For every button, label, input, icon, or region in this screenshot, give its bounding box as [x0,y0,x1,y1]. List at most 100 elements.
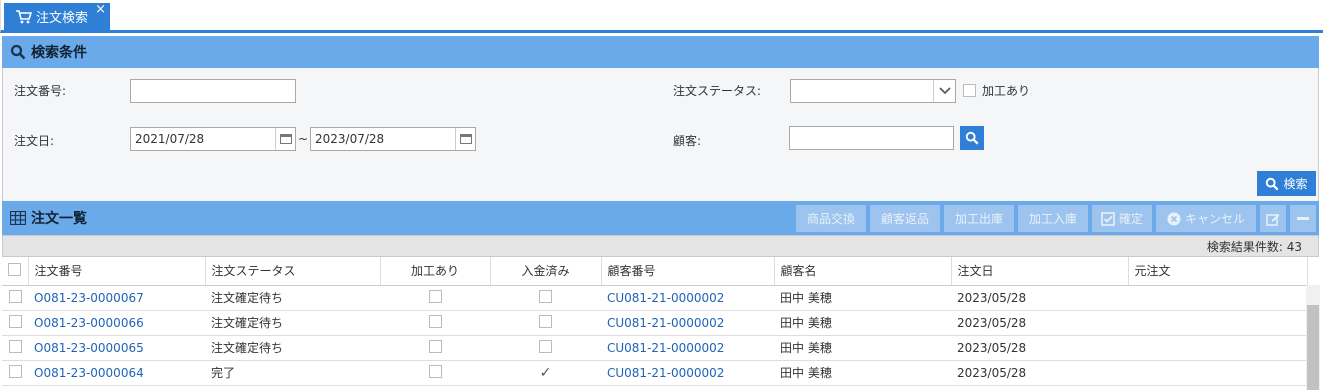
process-out-button[interactable]: 加工出庫 [944,205,1014,232]
confirm-button-label: 確定 [1118,212,1143,226]
processing-cell [380,335,490,361]
search-button-label: 検索 [1283,177,1308,191]
order-date-label: 注文日: [14,134,55,148]
processing-cell [380,285,490,311]
check-square-icon [1101,211,1115,226]
paid-cell [490,285,601,311]
customer-number-link[interactable]: CU081-21-0000002 [601,285,774,311]
order-number-link[interactable]: O081-23-0000067 [28,285,205,311]
customer-name-cell: 田中 美穂 [774,285,951,311]
chevron-down-icon [933,80,955,102]
result-count-value: 43 [1286,240,1302,254]
row-select-cell[interactable] [2,360,28,386]
customer-number-link[interactable]: CU081-21-0000002 [601,310,774,336]
order-table: 注文番号 注文ステータス 加工あり 入金済み 顧客番号 顧客名 注文日 元注文 … [2,257,1308,386]
search-icon [10,44,26,60]
order-number-link[interactable]: O081-23-0000065 [28,335,205,361]
paid-check [539,314,552,328]
exchange-button-label: 商品交換 [806,212,855,226]
close-icon[interactable]: × [95,2,106,17]
order-status-select[interactable] [790,79,956,103]
customer-number-link[interactable]: CU081-21-0000002 [601,335,774,361]
scrollbar-thumb[interactable] [1307,305,1319,390]
cancel-circle-icon [1167,212,1181,225]
select-all-cell[interactable] [2,257,29,286]
customer-search-button[interactable] [960,126,984,150]
order-date-cell: 2023/05/28 [951,335,1128,361]
edit-icon [1266,213,1280,226]
search-form: 注文番号: 注文ステータス: 加工あり 注文日: 2021/07/28 ~ 20… [2,68,1319,201]
cancel-button[interactable]: キャンセル [1156,205,1256,232]
edit-button[interactable] [1260,205,1286,232]
header-order-no[interactable]: 注文番号 [28,257,206,286]
calendar-icon[interactable] [275,128,295,150]
table-header-row: 注文番号 注文ステータス 加工あり 入金済み 顧客番号 顧客名 注文日 元注文 [2,257,1308,286]
tab-order-search[interactable]: 注文検索 × [4,2,110,30]
row-select-cell[interactable] [2,335,28,361]
processing-check [428,339,442,353]
cart-icon [16,9,32,23]
collapse-button[interactable] [1290,205,1316,232]
customer-label: 顧客: [673,134,702,148]
order-date-cell: 2023/05/28 [951,285,1128,311]
header-paid[interactable]: 入金済み [490,257,602,286]
processing-cell [380,310,490,336]
table-row[interactable]: O081-23-0000067 注文確定待ち CU081-21-0000002 田中 … [2,285,1307,311]
table-row[interactable]: O081-23-0000065 注文確定待ち CU081-21-0000002 田中 … [2,335,1307,361]
result-count-label: 検索結果件数: [1206,240,1283,254]
processing-label: 加工あり [982,84,1031,98]
header-customer-name[interactable]: 顧客名 [774,257,952,286]
paid-check [539,339,552,353]
process-in-button[interactable]: 加工入庫 [1018,205,1088,232]
customer-input[interactable] [789,126,954,150]
processing-cell [380,360,490,386]
order-status-cell: 注文確定待ち [205,335,380,361]
confirm-button[interactable]: 確定 [1092,205,1152,232]
date-from-field[interactable]: 2021/07/28 [130,127,296,151]
original-order-cell [1128,285,1307,311]
row-select-cell[interactable] [2,285,28,311]
date-from-value: 2021/07/28 [135,132,205,146]
minus-icon [1297,216,1309,220]
row-checkbox[interactable] [8,339,22,353]
customer-number-link[interactable]: CU081-21-0000002 [601,360,774,386]
search-panel-title: 検索条件 [31,45,87,61]
search-panel-header: 検索条件 [2,36,1319,68]
checkmark-icon: ✓ [539,364,552,381]
processing-checkbox[interactable] [963,84,976,97]
row-checkbox[interactable] [8,314,22,328]
result-count-bar: 検索結果件数: 43 [2,235,1319,257]
header-order-date[interactable]: 注文日 [951,257,1129,286]
order-number-input[interactable] [130,79,296,103]
header-original-order[interactable]: 元注文 [1128,257,1308,286]
order-status-cell: 完了 [205,360,380,386]
processing-check [428,289,442,303]
row-checkbox[interactable] [8,364,22,378]
search-button[interactable]: 検索 [1257,171,1316,196]
search-icon [1266,177,1279,190]
exchange-button[interactable]: 商品交換 [796,205,866,232]
paid-cell: ✓ [490,360,601,386]
header-customer-no[interactable]: 顧客番号 [601,257,775,286]
select-all-checkbox[interactable] [8,262,22,276]
order-number-link[interactable]: O081-23-0000064 [28,360,205,386]
header-processing[interactable]: 加工あり [380,257,491,286]
order-status-cell: 注文確定待ち [205,310,380,336]
customer-name-cell: 田中 美穂 [774,360,951,386]
date-range-separator: ~ [298,132,309,146]
table-icon [10,211,26,225]
customer-return-button[interactable]: 顧客返品 [870,205,940,232]
date-to-field[interactable]: 2023/07/28 [310,127,476,151]
search-icon [965,131,979,145]
order-number-link[interactable]: O081-23-0000066 [28,310,205,336]
header-status[interactable]: 注文ステータス [205,257,381,286]
original-order-cell [1128,335,1307,361]
calendar-icon[interactable] [455,128,475,150]
tab-bar: 注文検索 × [0,0,1323,33]
row-select-cell[interactable] [2,310,28,336]
date-to-value: 2023/07/28 [315,132,385,146]
row-checkbox[interactable] [8,289,22,303]
table-row[interactable]: O081-23-0000064 完了 ✓ CU081-21-0000002 田中 美穂 2… [2,360,1307,386]
table-row[interactable]: O081-23-0000066 注文確定待ち CU081-21-0000002 田中 … [2,310,1307,336]
order-number-label: 注文番号: [14,84,67,98]
